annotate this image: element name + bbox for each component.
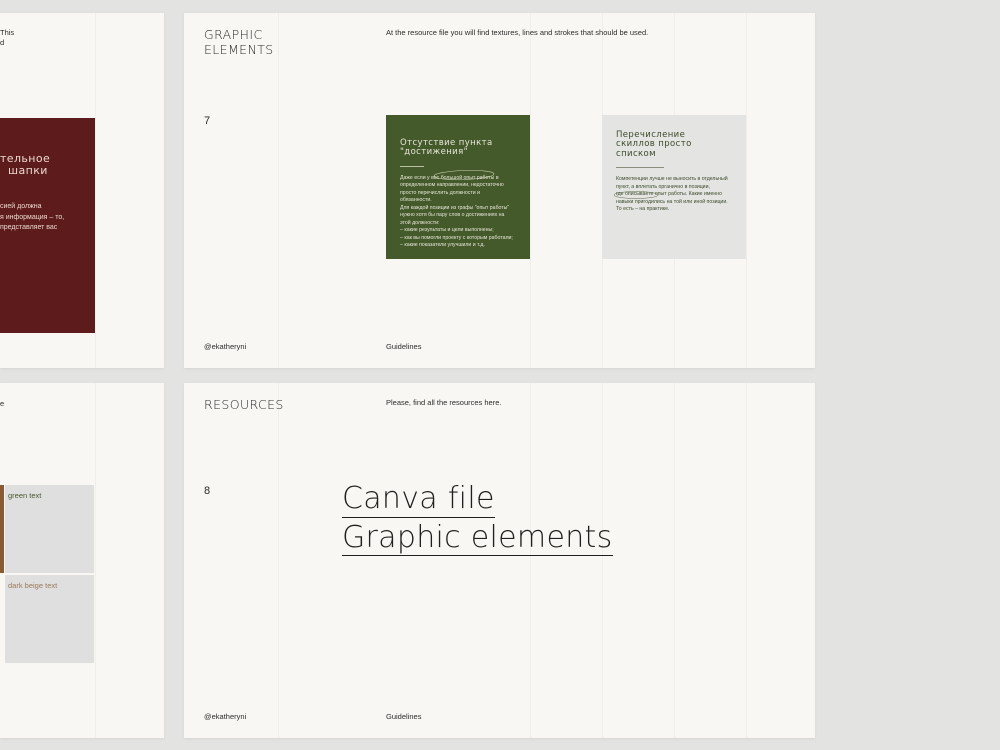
- green-card-body-3: просто перечислить должности и: [400, 189, 480, 196]
- page-title: GRAPHIC ELEMENTS: [204, 27, 274, 57]
- red-card-body-1: сией должна: [0, 203, 42, 210]
- red-card-body-2: я информация – то,: [0, 213, 65, 221]
- green-card-body-9: – как вы помогли проекту с которым работ…: [400, 234, 513, 241]
- green-card-body-7: этой должности:: [400, 219, 440, 226]
- page-title-line-2: ELEMENTS: [204, 41, 274, 57]
- swatch-side-bar: [0, 485, 4, 573]
- red-card-body-3: представляет вас: [0, 224, 58, 231]
- green-card-body-10: – какие показатели улучшили и т.д.: [400, 242, 485, 249]
- swatch-green-label: green text: [8, 491, 42, 500]
- intro-fragment-1: This: [0, 28, 15, 37]
- green-card-body-4: обязанности.: [400, 197, 432, 204]
- green-card: Отсутствие пункта "достижения" Даже если…: [386, 115, 530, 259]
- swatch-beige-text: dark beige text: [5, 575, 94, 663]
- page-number: 8: [204, 485, 211, 497]
- green-card-body-1: Даже если у вас большой опыт работы в: [400, 174, 499, 181]
- page-graphic-elements: GRAPHIC ELEMENTS At the resource file yo…: [184, 13, 815, 368]
- swatch-green-text: green text: [5, 485, 94, 573]
- intro-fragment-2: d: [0, 38, 5, 47]
- grey-card-body-5: То есть – на практике.: [616, 206, 670, 213]
- footer-label: Guidelines: [386, 712, 422, 721]
- page-title: RESOURCES: [204, 397, 284, 412]
- grey-card-rule: [616, 167, 664, 169]
- swatch-beige-label: dark beige text: [8, 581, 58, 590]
- page-number: 7: [204, 115, 211, 127]
- green-card-body-5: Для каждой позиции из графы "опыт работы…: [400, 204, 510, 211]
- grey-card-body-4: навыки пригодились на той или иной позиц…: [616, 198, 728, 205]
- grey-card-body-1: Компетенции лучше не выносить в отдельны…: [616, 176, 728, 183]
- green-card-heading-2: "достижения": [400, 147, 468, 158]
- green-card-body-6: нужно хотя бы пару слов о достижениях на: [400, 212, 505, 219]
- red-card: тельное шапки сией должна я информация –…: [0, 118, 95, 333]
- graphic-elements-link[interactable]: Graphic elements: [342, 521, 613, 556]
- red-card-heading-2: шапки: [8, 164, 48, 178]
- grey-card-heading-3: списком: [616, 148, 656, 159]
- green-card-body-2: определенном направлении, недостаточно: [400, 182, 504, 189]
- footer-handle: @ekatheryni: [204, 342, 247, 351]
- page-intro: Please, find all the resources here.: [386, 398, 502, 407]
- left-top-page: This d тельное шапки сией должна я инфор…: [0, 13, 164, 368]
- grey-card-body-3: где описываете опыт работы. Какие именно: [616, 191, 722, 198]
- green-card-rule: [400, 165, 424, 167]
- intro-fragment-3: e: [0, 399, 5, 408]
- page-intro: At the resource file you will find textu…: [386, 28, 649, 37]
- green-card-body-8: – какие результаты и цели выполнены;: [400, 227, 494, 234]
- grey-card: Перечисление скиллов просто списком Комп…: [602, 115, 746, 259]
- left-bottom-page: e green text dark beige text: [0, 383, 164, 738]
- page-resources: RESOURCES Please, find all the resources…: [184, 383, 815, 738]
- footer-handle: @ekatheryni: [204, 712, 247, 721]
- canva-file-link[interactable]: Canva file: [342, 483, 495, 518]
- grey-card-body-2: пункт, а вплетать органично в позиции,: [616, 183, 710, 190]
- footer-label: Guidelines: [386, 342, 422, 351]
- page-title-line-1: GRAPHIC: [204, 27, 263, 42]
